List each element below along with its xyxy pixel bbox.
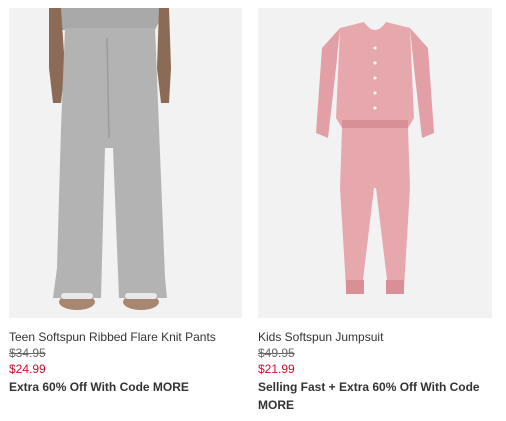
product-image-jumpsuit[interactable]	[258, 8, 492, 318]
product-card[interactable]: Kids Softspun Jumpsuit $49.95 $21.99 Sel…	[258, 0, 492, 414]
pink-jumpsuit-photo-icon	[316, 22, 434, 294]
product-card[interactable]: Teen Softspun Ribbed Flare Knit Pants $3…	[9, 0, 242, 396]
promo-text: Selling Fast + Extra 60% Off With Code M…	[258, 380, 480, 412]
product-name[interactable]: Kids Softspun Jumpsuit	[258, 329, 492, 345]
sale-price: $21.99	[258, 362, 295, 376]
product-image-pants[interactable]	[9, 8, 242, 318]
product-name[interactable]: Teen Softspun Ribbed Flare Knit Pants	[9, 329, 242, 345]
sale-price: $24.99	[9, 362, 46, 376]
original-price: $49.95	[258, 346, 295, 360]
promo-text: Extra 60% Off With Code MORE	[9, 380, 189, 394]
original-price: $34.95	[9, 346, 46, 360]
gray-flare-pants-photo-icon	[49, 8, 171, 310]
